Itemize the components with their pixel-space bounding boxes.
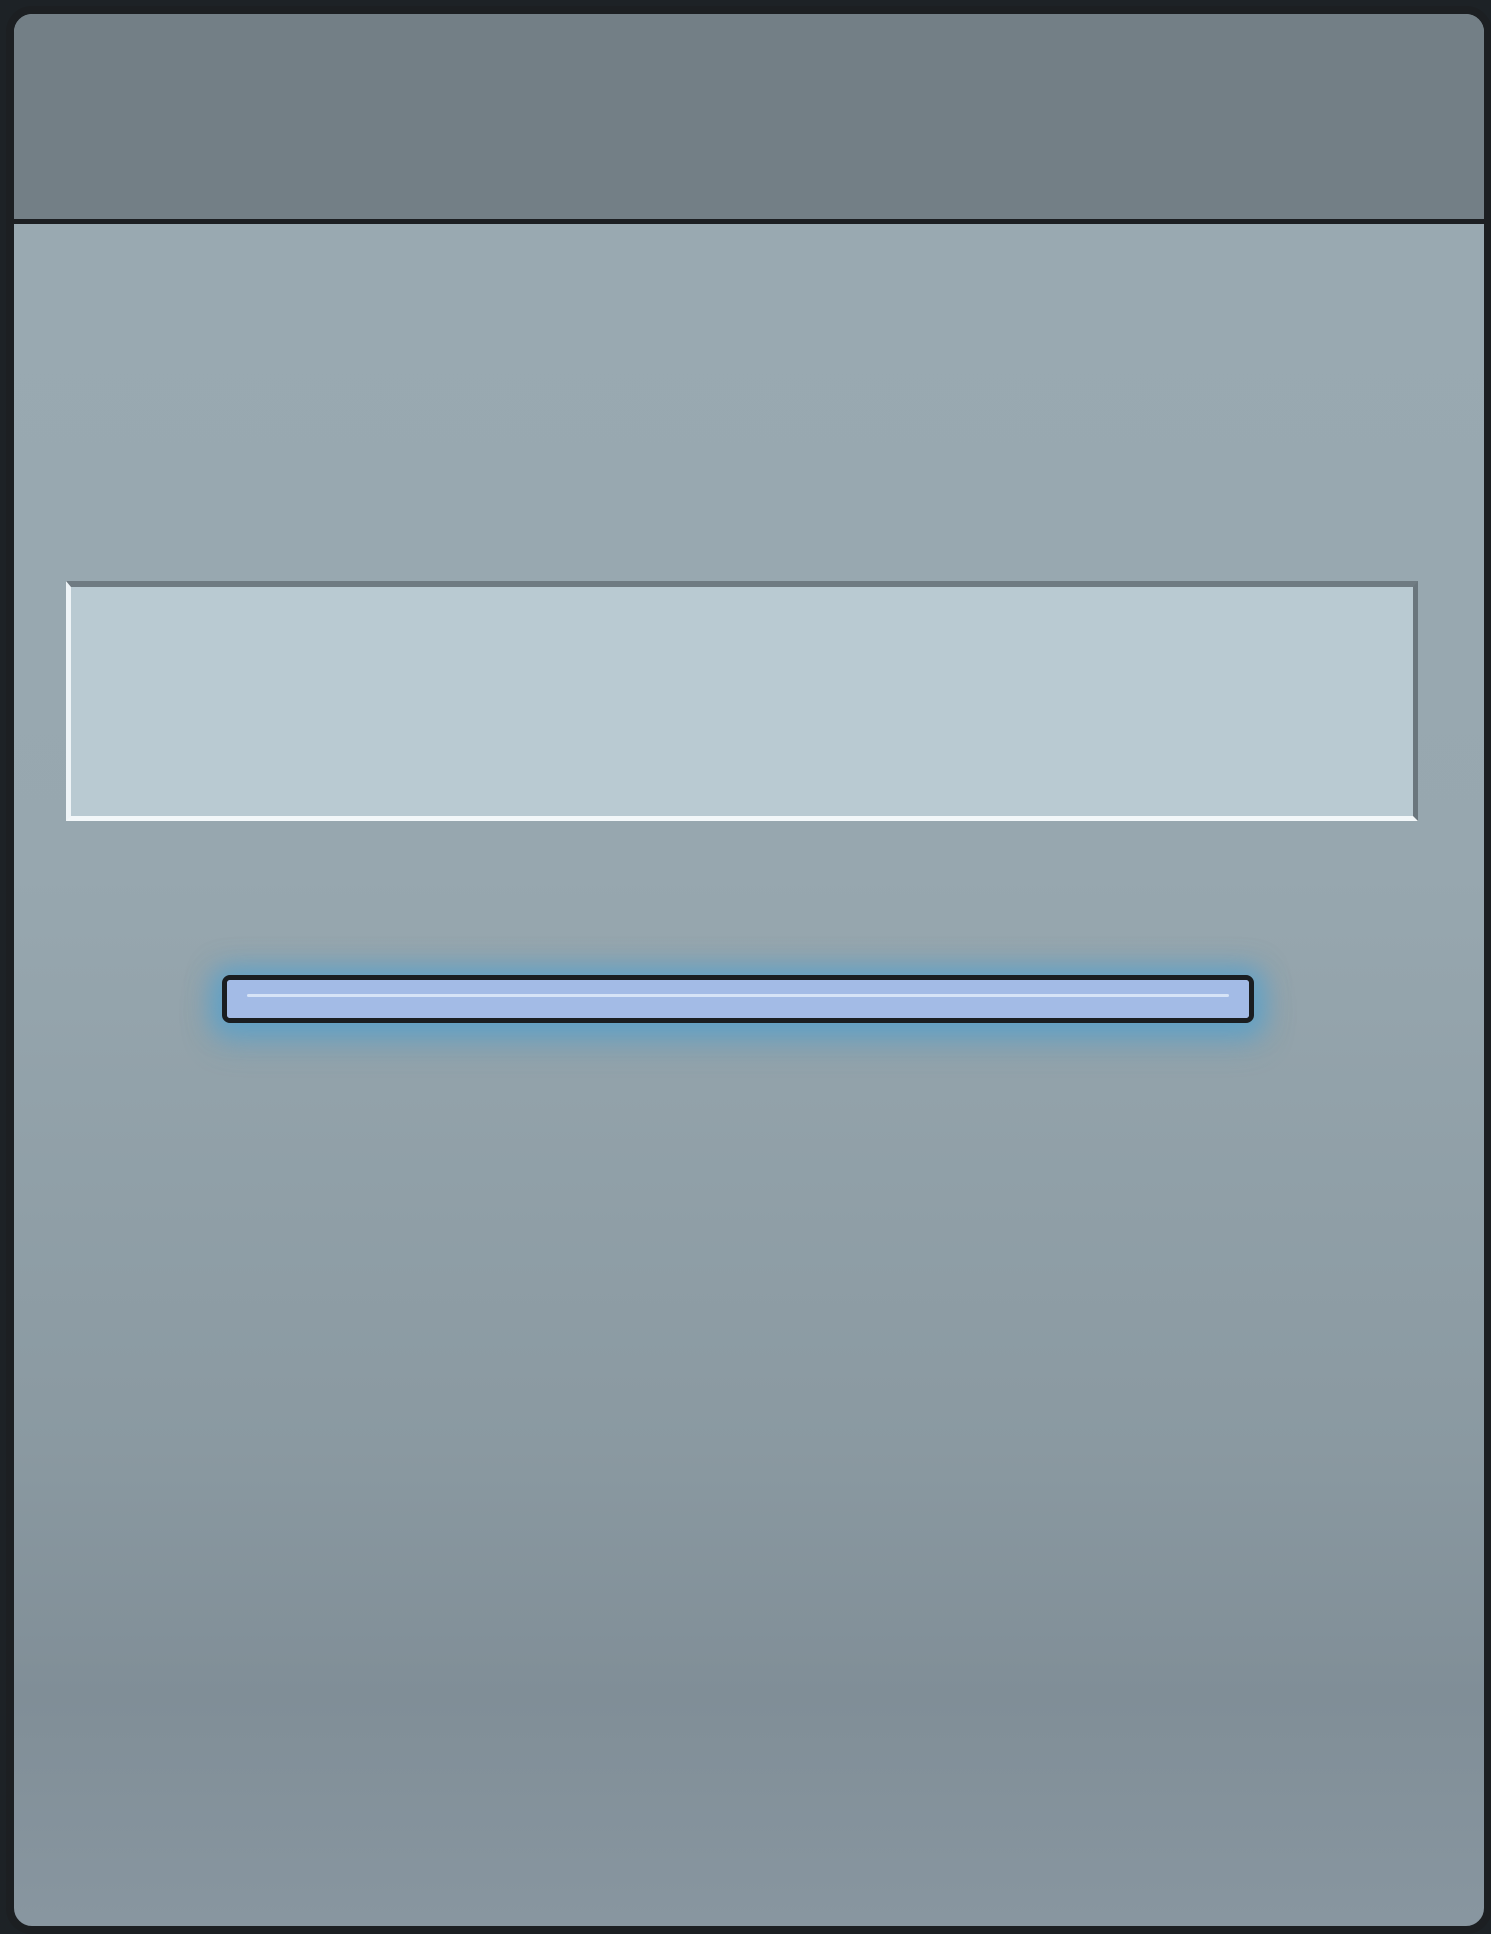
progress-bar [222,975,1254,1023]
app-window [6,6,1491,1934]
window-content [14,224,1484,1926]
text-input-field[interactable] [66,581,1418,821]
progress-bar-fill [227,980,1249,1018]
progress-bar-highlight [247,994,1229,997]
title-bar[interactable] [14,14,1484,224]
